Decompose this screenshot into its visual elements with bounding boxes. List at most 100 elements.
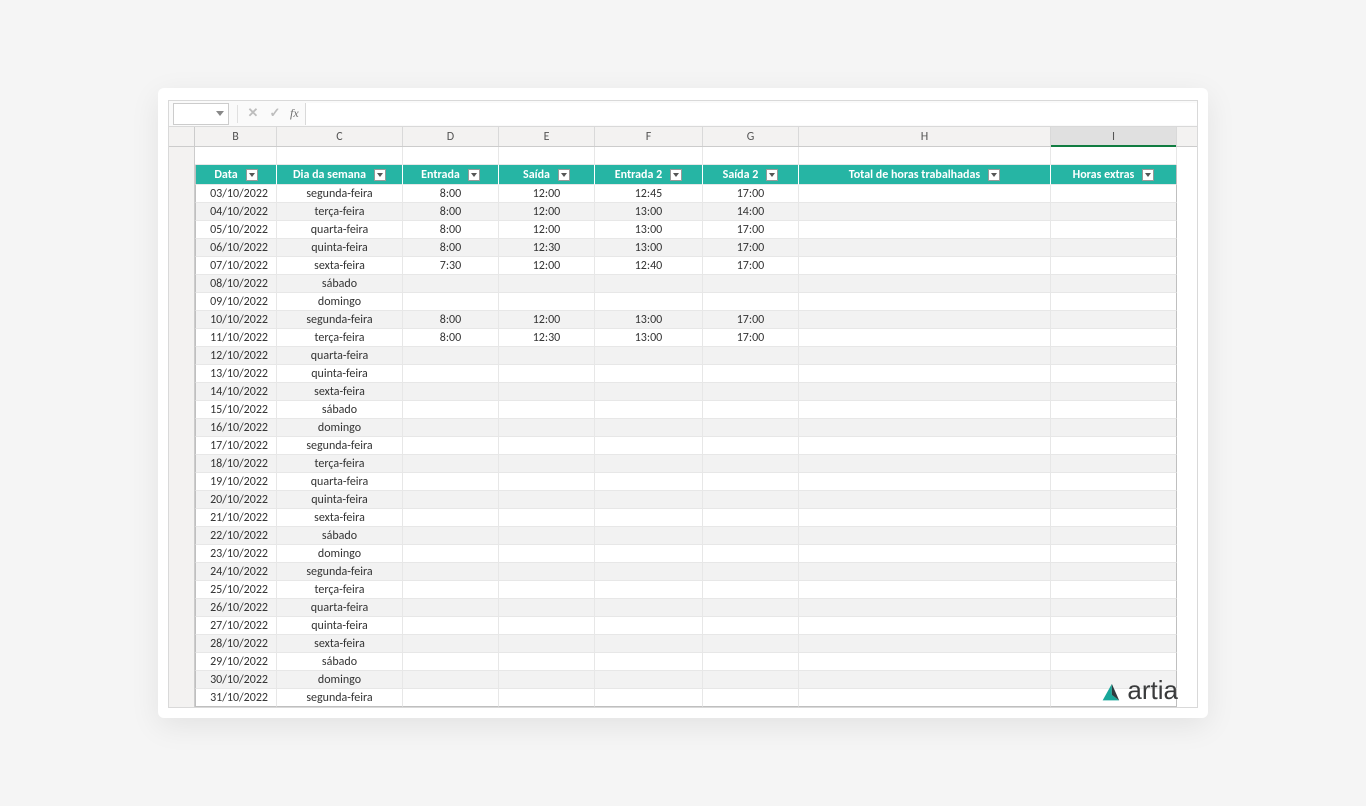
cell-data[interactable]: 18/10/2022 <box>195 455 277 473</box>
cell-e2[interactable] <box>595 491 703 509</box>
cell-extra[interactable] <box>1051 329 1177 347</box>
cell-e1[interactable]: 8:00 <box>403 239 499 257</box>
cell-e2[interactable]: 13:00 <box>595 203 703 221</box>
cell-total[interactable] <box>799 653 1051 671</box>
cell-e2[interactable] <box>595 419 703 437</box>
cell-extra[interactable] <box>1051 311 1177 329</box>
row-header[interactable] <box>169 527 195 545</box>
cell-e1[interactable] <box>403 473 499 491</box>
row-header[interactable] <box>169 365 195 383</box>
name-box[interactable] <box>173 103 229 125</box>
cell-data[interactable]: 06/10/2022 <box>195 239 277 257</box>
cell-s2[interactable] <box>703 383 799 401</box>
filter-dropdown-icon[interactable] <box>1142 169 1154 181</box>
cell-dia[interactable]: domingo <box>277 671 403 689</box>
cell-s1[interactable]: 12:00 <box>499 257 595 275</box>
cell-total[interactable] <box>799 617 1051 635</box>
cell-s2[interactable] <box>703 581 799 599</box>
cell-dia[interactable]: quarta-feira <box>277 599 403 617</box>
cell-dia[interactable]: terça-feira <box>277 329 403 347</box>
cell-extra[interactable] <box>1051 383 1177 401</box>
cell-s2[interactable]: 17:00 <box>703 257 799 275</box>
cell-s1[interactable] <box>499 365 595 383</box>
empty-cell[interactable] <box>1051 147 1177 165</box>
cell-dia[interactable]: sexta-feira <box>277 257 403 275</box>
cell-e2[interactable] <box>595 635 703 653</box>
cell-e1[interactable] <box>403 455 499 473</box>
column-header-G[interactable]: G <box>703 127 799 146</box>
row-header[interactable] <box>169 635 195 653</box>
cell-dia[interactable]: sábado <box>277 653 403 671</box>
cell-total[interactable] <box>799 635 1051 653</box>
empty-cell[interactable] <box>799 147 1051 165</box>
cell-extra[interactable] <box>1051 491 1177 509</box>
cell-s2[interactable] <box>703 545 799 563</box>
row-header[interactable] <box>169 473 195 491</box>
cell-dia[interactable]: quarta-feira <box>277 473 403 491</box>
cell-total[interactable] <box>799 401 1051 419</box>
cell-total[interactable] <box>799 599 1051 617</box>
cell-e1[interactable]: 8:00 <box>403 329 499 347</box>
cell-extra[interactable] <box>1051 239 1177 257</box>
cell-e1[interactable] <box>403 347 499 365</box>
cell-e2[interactable] <box>595 563 703 581</box>
cell-total[interactable] <box>799 671 1051 689</box>
cell-data[interactable]: 22/10/2022 <box>195 527 277 545</box>
cell-data[interactable]: 08/10/2022 <box>195 275 277 293</box>
row-header[interactable] <box>169 275 195 293</box>
formula-input[interactable] <box>305 103 1197 125</box>
cell-s1[interactable]: 12:00 <box>499 221 595 239</box>
cell-dia[interactable]: terça-feira <box>277 455 403 473</box>
cell-total[interactable] <box>799 473 1051 491</box>
cell-data[interactable]: 11/10/2022 <box>195 329 277 347</box>
cell-total[interactable] <box>799 257 1051 275</box>
column-header-I[interactable]: I <box>1051 127 1177 146</box>
table-header-cell[interactable]: Horas extras <box>1051 165 1177 185</box>
cell-extra[interactable] <box>1051 509 1177 527</box>
cell-extra[interactable] <box>1051 401 1177 419</box>
cell-total[interactable] <box>799 419 1051 437</box>
cell-data[interactable]: 13/10/2022 <box>195 365 277 383</box>
row-header[interactable] <box>169 437 195 455</box>
cell-total[interactable] <box>799 185 1051 203</box>
cell-total[interactable] <box>799 275 1051 293</box>
confirm-formula-button[interactable]: ✓ <box>266 105 284 123</box>
cell-e2[interactable] <box>595 347 703 365</box>
cell-e2[interactable] <box>595 455 703 473</box>
cell-data[interactable]: 19/10/2022 <box>195 473 277 491</box>
cell-total[interactable] <box>799 527 1051 545</box>
cell-e2[interactable] <box>595 401 703 419</box>
cell-extra[interactable] <box>1051 419 1177 437</box>
cell-s1[interactable] <box>499 635 595 653</box>
cell-s2[interactable]: 17:00 <box>703 311 799 329</box>
cell-e2[interactable] <box>595 473 703 491</box>
cell-dia[interactable]: terça-feira <box>277 203 403 221</box>
table-header-cell[interactable]: Dia da semana <box>277 165 403 185</box>
cell-dia[interactable]: sábado <box>277 401 403 419</box>
cell-e2[interactable] <box>595 545 703 563</box>
cell-e1[interactable] <box>403 527 499 545</box>
cell-e1[interactable] <box>403 617 499 635</box>
empty-cell[interactable] <box>703 147 799 165</box>
row-header[interactable] <box>169 491 195 509</box>
cell-s2[interactable] <box>703 509 799 527</box>
cell-total[interactable] <box>799 203 1051 221</box>
select-all-corner[interactable] <box>169 127 195 146</box>
cell-extra[interactable] <box>1051 437 1177 455</box>
cell-e2[interactable]: 12:40 <box>595 257 703 275</box>
empty-cell[interactable] <box>277 147 403 165</box>
cell-s1[interactable] <box>499 275 595 293</box>
cell-total[interactable] <box>799 455 1051 473</box>
cell-e1[interactable] <box>403 635 499 653</box>
cell-total[interactable] <box>799 239 1051 257</box>
cell-data[interactable]: 15/10/2022 <box>195 401 277 419</box>
cell-e1[interactable] <box>403 689 499 707</box>
cell-extra[interactable] <box>1051 365 1177 383</box>
cell-e1[interactable] <box>403 653 499 671</box>
cell-e1[interactable] <box>403 671 499 689</box>
cell-e2[interactable] <box>595 437 703 455</box>
empty-cell[interactable] <box>499 147 595 165</box>
cell-total[interactable] <box>799 581 1051 599</box>
cell-s1[interactable] <box>499 347 595 365</box>
cell-s1[interactable] <box>499 617 595 635</box>
